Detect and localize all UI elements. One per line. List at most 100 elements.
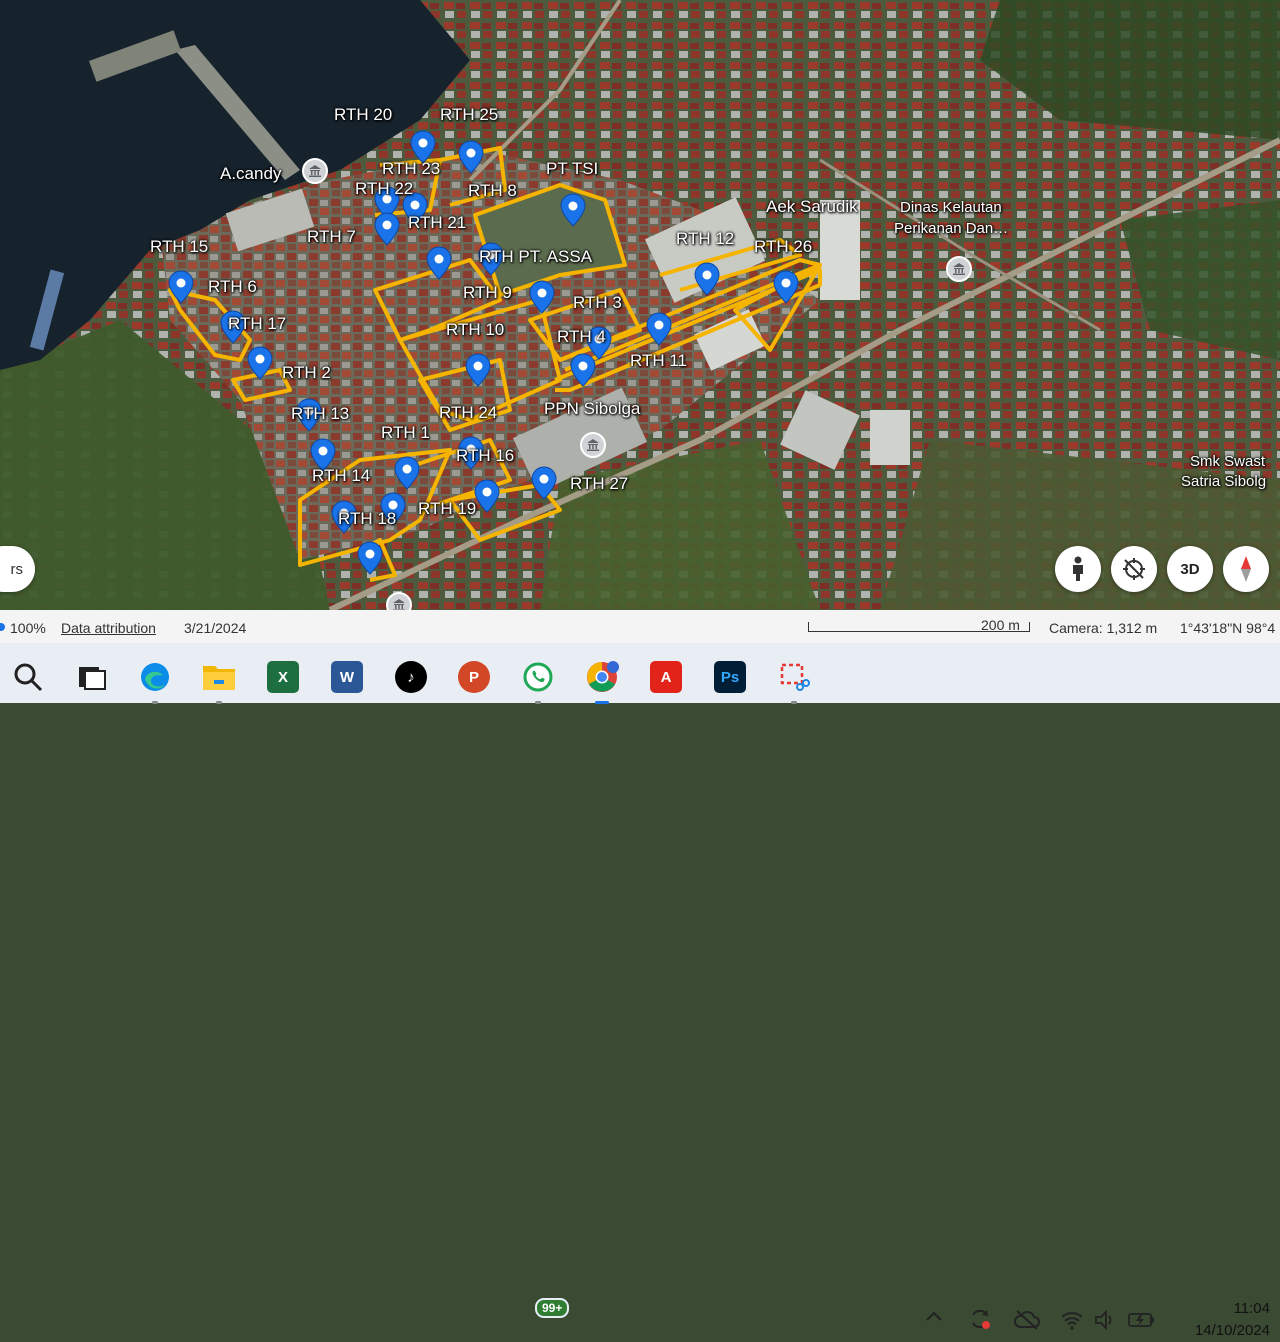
label-rth-22[interactable]: RTH 22 (355, 180, 413, 197)
map-pin-icon[interactable] (646, 312, 672, 346)
satellite-map[interactable]: RTH 20 RTH 25 RTH 23 PT TSI A.candy RTH … (0, 0, 1280, 610)
task-view-button[interactable] (74, 659, 110, 695)
label-rth-15[interactable]: RTH 15 (150, 238, 208, 255)
label-rth-25[interactable]: RTH 25 (440, 106, 498, 123)
label-pt-tsi[interactable]: PT TSI (546, 160, 598, 177)
clock-date: 14/10/2024 (1194, 1322, 1270, 1339)
chrome-icon (587, 661, 619, 692)
label-dinas-line1[interactable]: Dinas Kelautan (900, 200, 1002, 215)
data-attribution-link[interactable]: Data attribution (61, 620, 156, 636)
label-rth-1[interactable]: RTH 1 (381, 424, 430, 441)
reset-orientation-button[interactable] (1111, 546, 1157, 592)
edge-button[interactable] (137, 659, 173, 704)
label-rth-21[interactable]: RTH 21 (408, 214, 466, 231)
label-rth-12[interactable]: RTH 12 (676, 230, 734, 247)
label-rth-3[interactable]: RTH 3 (573, 294, 622, 311)
tiktok-button[interactable]: ♪ (393, 659, 429, 695)
compass-icon (1241, 556, 1251, 582)
map-pin-icon[interactable] (426, 246, 452, 280)
map-pin-icon[interactable] (168, 270, 194, 304)
volume-icon[interactable] (1094, 1310, 1118, 1330)
file-explorer-button[interactable] (201, 659, 237, 704)
map-pin-icon[interactable] (374, 212, 400, 246)
file-explorer-icon (203, 666, 235, 690)
compass-button[interactable] (1223, 546, 1269, 592)
label-rth-pt-assa[interactable]: RTH PT. ASSA (479, 248, 592, 265)
label-rth-8[interactable]: RTH 8 (468, 182, 517, 199)
label-rth-9[interactable]: RTH 9 (463, 284, 512, 301)
label-smk-line2[interactable]: Satria Sibolg (1181, 474, 1266, 489)
search-icon (14, 663, 43, 692)
whatsapp-button[interactable] (520, 659, 556, 704)
museum-poi-icon[interactable] (302, 158, 328, 184)
label-rth-2[interactable]: RTH 2 (282, 364, 331, 381)
excel-icon: X (267, 661, 299, 693)
label-acandy[interactable]: A.candy (220, 165, 281, 182)
label-rth-27[interactable]: RTH 27 (570, 475, 628, 492)
label-rth-26[interactable]: RTH 26 (754, 238, 812, 255)
coordinates: 1°43'18"N 98°4 (1180, 620, 1276, 636)
map-pin-icon[interactable] (529, 280, 555, 314)
map-pin-icon[interactable] (247, 346, 273, 380)
task-view-icon (79, 667, 106, 690)
chrome-button[interactable] (584, 659, 620, 704)
sync-icon[interactable] (968, 1307, 992, 1331)
tiktok-icon: ♪ (395, 661, 427, 693)
label-rth-24[interactable]: RTH 24 (439, 404, 497, 421)
chevron-up-icon[interactable] (925, 1309, 943, 1323)
label-rth-4[interactable]: RTH 4 (557, 328, 606, 345)
label-rth-7[interactable]: RTH 7 (307, 228, 356, 245)
label-rth-6[interactable]: RTH 6 (208, 278, 257, 295)
powerpoint-icon: P (458, 661, 490, 693)
label-rth-11[interactable]: RTH 11 (630, 352, 687, 369)
map-pin-icon[interactable] (394, 456, 420, 490)
pegman-button[interactable] (1055, 546, 1101, 592)
system-clock[interactable]: 11:04 14/10/2024 (1195, 1298, 1270, 1342)
map-pin-icon[interactable] (773, 270, 799, 304)
search-button[interactable] (10, 659, 46, 695)
photoshop-icon: Ps (714, 661, 746, 693)
zoom-level: 100% (10, 620, 46, 636)
map-pin-icon[interactable] (458, 140, 484, 174)
ppn-poi-icon[interactable] (580, 432, 606, 458)
label-rth-16[interactable]: RTH 16 (456, 447, 514, 464)
whatsapp-icon (523, 662, 553, 692)
map-pin-icon[interactable] (465, 353, 491, 387)
label-rth-17[interactable]: RTH 17 (228, 315, 286, 332)
label-rth-23[interactable]: RTH 23 (382, 160, 440, 177)
snipping-tool-button[interactable] (776, 659, 812, 704)
government-poi-icon[interactable] (946, 256, 972, 282)
label-smk-line1[interactable]: Smk Swast (1190, 454, 1265, 469)
battery-icon[interactable] (1128, 1311, 1156, 1329)
cloud-off-icon[interactable] (1014, 1309, 1040, 1331)
label-ppn-sibolga[interactable]: PPN Sibolga (544, 400, 640, 417)
edge-icon (141, 663, 169, 691)
map-pin-icon[interactable] (694, 262, 720, 296)
label-aek-sarudik[interactable]: Aek Sarudik (766, 198, 858, 215)
label-rth-20[interactable]: RTH 20 (334, 106, 392, 123)
label-rth-13[interactable]: RTH 13 (291, 405, 349, 422)
map-pin-icon[interactable] (531, 466, 557, 500)
excel-button[interactable]: X (265, 659, 301, 695)
label-rth-10[interactable]: RTH 10 (446, 321, 504, 338)
word-button[interactable]: W (329, 659, 365, 695)
scale-bar (808, 622, 1030, 632)
map-pin-icon[interactable] (474, 479, 500, 513)
label-rth-18[interactable]: RTH 18 (338, 510, 396, 527)
windows-taskbar: X W ♪ P 99+ A Ps 11:04 14/10/2024 (0, 643, 1280, 1339)
snipping-tool-icon (780, 663, 810, 691)
photoshop-button[interactable]: Ps (712, 659, 748, 695)
camera-altitude: Camera: 1,312 m (1049, 620, 1158, 636)
map-pin-icon[interactable] (570, 353, 596, 387)
label-dinas-line2[interactable]: Perikanan Dan… (894, 221, 1008, 236)
map-pin-icon[interactable] (357, 541, 383, 575)
map-pin-icon[interactable] (560, 193, 586, 227)
label-rth-19[interactable]: RTH 19 (418, 500, 476, 517)
label-rth-14[interactable]: RTH 14 (312, 467, 370, 484)
acrobat-icon: A (650, 661, 682, 693)
acrobat-button[interactable]: A (648, 659, 684, 695)
compass-reset-icon (1123, 558, 1145, 580)
powerpoint-button[interactable]: P (456, 659, 492, 695)
wifi-icon[interactable] (1060, 1310, 1084, 1330)
3d-toggle-button[interactable]: 3D (1167, 546, 1213, 592)
